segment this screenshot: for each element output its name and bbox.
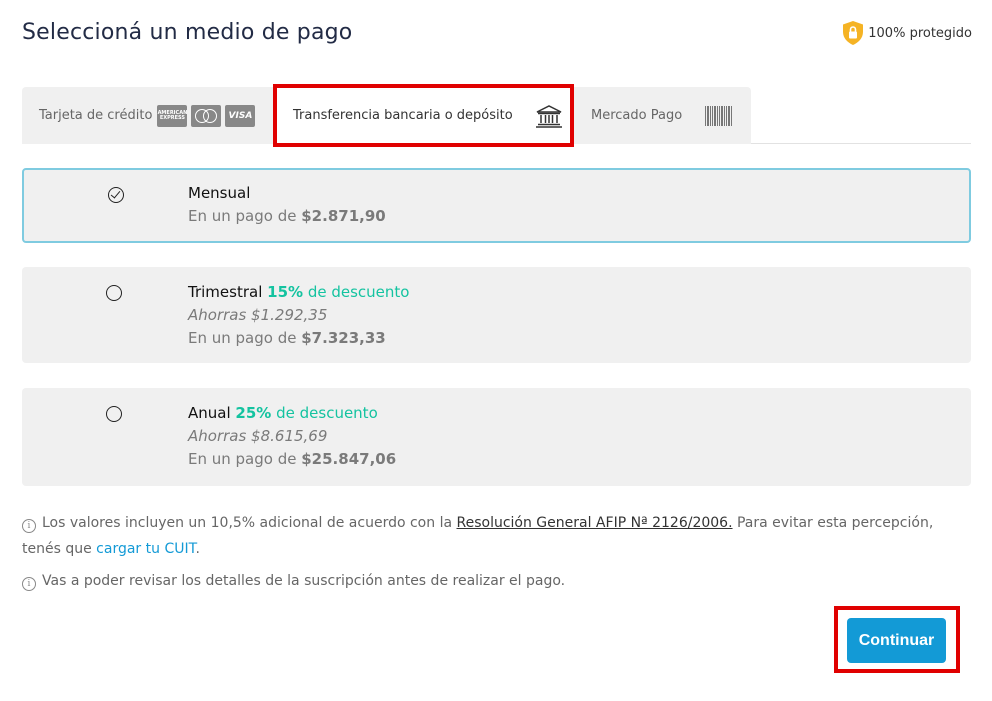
discount-badge: 15% de descuento <box>267 283 410 301</box>
payment-page: Seleccioná un medio de pago 100% protegi… <box>0 0 992 701</box>
payment-method-tabs: Tarjeta de crédito AMERICAN EXPRESS VISA… <box>22 87 971 144</box>
protected-label: 100% protegido <box>868 25 972 41</box>
visa-icon: VISA <box>225 104 256 127</box>
radio-button[interactable] <box>106 285 122 301</box>
plan-name: Trimestral <box>188 283 263 301</box>
plan-details: Anual 25% de descuento Ahorras $8.615,69… <box>188 402 396 471</box>
discount-badge: 25% de descuento <box>235 404 378 422</box>
plan-price-line: En un pago de $25.847,06 <box>188 450 397 468</box>
plan-option-trimestral[interactable]: Trimestral 15% de descuento Ahorras $1.2… <box>22 267 971 363</box>
radio-button[interactable] <box>106 406 122 422</box>
info-icon: i <box>22 577 36 591</box>
tab-bank-transfer-label: Transferencia bancaria o depósito <box>293 108 513 123</box>
check-icon[interactable] <box>108 187 124 203</box>
plan-price: $25.847,06 <box>301 450 397 468</box>
plan-option-anual[interactable]: Anual 25% de descuento Ahorras $8.615,69… <box>22 388 971 486</box>
plan-title: Anual 25% de descuento <box>188 402 396 425</box>
bank-icon <box>535 104 562 128</box>
plan-title: Trimestral 15% de descuento <box>188 281 409 304</box>
plan-price-line: En un pago de $2.871,90 <box>188 207 386 225</box>
plan-savings: Ahorras $8.615,69 <box>188 427 328 445</box>
plan-price-line: En un pago de $7.323,33 <box>188 329 386 347</box>
plan-name: Mensual <box>188 184 251 202</box>
card-logos: AMERICAN EXPRESS VISA <box>157 104 256 127</box>
shield-lock-icon <box>843 21 864 45</box>
afip-resolution-link[interactable]: Resolución General AFIP Nª 2126/2006. <box>457 515 733 531</box>
tab-bank-transfer[interactable]: Transferencia bancaria o depósito <box>276 87 570 144</box>
continue-button[interactable]: Continuar <box>847 618 946 663</box>
plan-option-mensual[interactable]: Mensual En un pago de $2.871,90 <box>22 168 971 243</box>
tab-mercado-pago-label: Mercado Pago <box>591 108 683 123</box>
plan-price: $2.871,90 <box>301 207 386 225</box>
barcode-icon <box>705 105 733 126</box>
plan-name: Anual <box>188 404 231 422</box>
tab-credit-card-label: Tarjeta de crédito <box>39 108 153 123</box>
plan-details: Trimestral 15% de descuento Ahorras $1.2… <box>188 281 409 350</box>
protected-badge: 100% protegido <box>841 20 972 46</box>
page-title: Seleccioná un medio de pago <box>22 20 353 45</box>
plan-details: Mensual En un pago de $2.871,90 <box>188 182 386 228</box>
plan-savings: Ahorras $1.292,35 <box>188 306 328 324</box>
tab-mercado-pago[interactable]: Mercado Pago <box>570 87 751 144</box>
plan-price: $7.323,33 <box>301 329 386 347</box>
plan-title: Mensual <box>188 182 386 205</box>
amex-icon: AMERICAN EXPRESS <box>157 104 188 127</box>
tab-credit-card[interactable]: Tarjeta de crédito AMERICAN EXPRESS VISA <box>22 87 276 144</box>
info-icon: i <box>22 519 36 533</box>
load-cuit-link[interactable]: cargar tu CUIT <box>96 541 195 557</box>
afip-note: i Los valores incluyen un 10,5% adicional… <box>22 515 934 557</box>
mastercard-icon <box>191 104 222 127</box>
review-note: i Vas a poder revisar los detalles de la … <box>22 568 972 594</box>
